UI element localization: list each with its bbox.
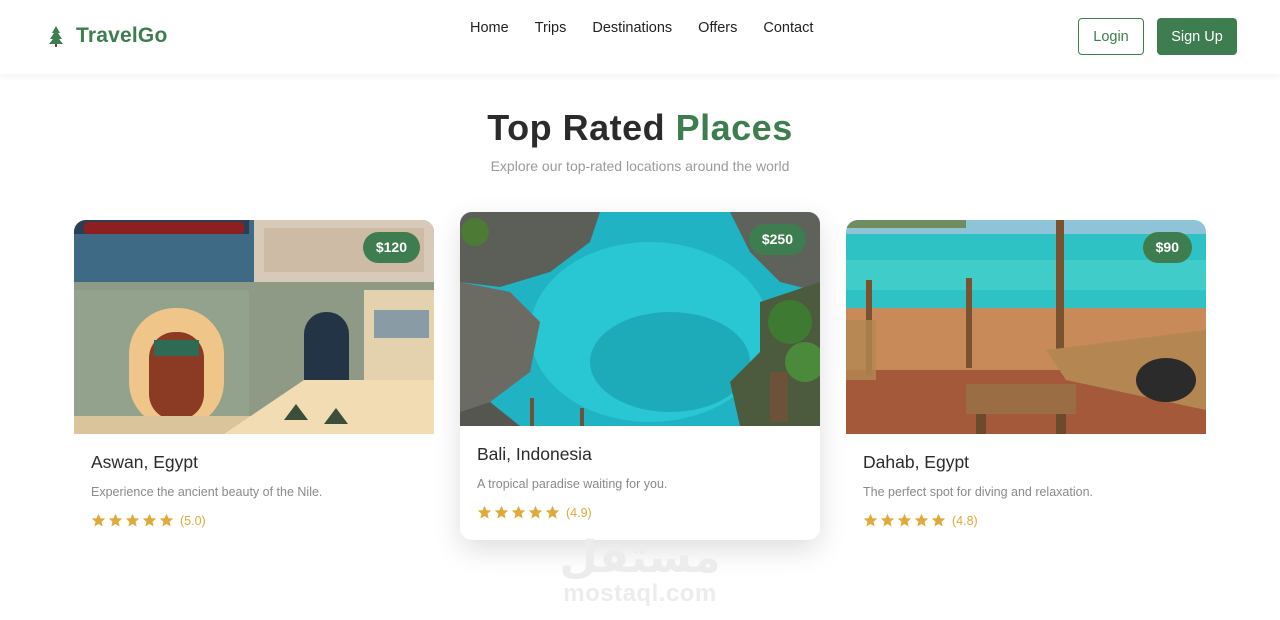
star-icon bbox=[897, 513, 912, 527]
place-card-dahab[interactable]: $90 Dahab, Egypt The perfect spot for di… bbox=[846, 220, 1206, 540]
login-button[interactable]: Login bbox=[1078, 18, 1144, 55]
card-description: The perfect spot for diving and relaxati… bbox=[863, 485, 1093, 499]
top-navbar: TravelGo Home Trips Destinations Offers … bbox=[0, 0, 1280, 74]
section-title-main: Top Rated bbox=[487, 107, 666, 148]
brand-name: TravelGo bbox=[76, 24, 168, 47]
brand-logo[interactable]: TravelGo bbox=[48, 24, 167, 48]
section-subtitle: Explore our top-rated locations around t… bbox=[490, 158, 790, 174]
rating: (4.9) bbox=[477, 505, 803, 520]
nav-contact-link[interactable]: Contact bbox=[763, 20, 813, 36]
place-photo-dahab: $90 bbox=[846, 220, 1206, 434]
star-icon bbox=[108, 513, 123, 527]
signup-button[interactable]: Sign Up bbox=[1157, 18, 1237, 55]
card-title: Bali, Indonesia bbox=[477, 444, 592, 464]
tree-icon bbox=[49, 26, 63, 47]
star-icon bbox=[125, 513, 140, 527]
place-photo-bali: $250 bbox=[460, 212, 820, 426]
rating-value: (5.0) bbox=[180, 513, 206, 528]
star-icon bbox=[545, 505, 560, 519]
price-badge: $120 bbox=[362, 232, 420, 263]
star-icon bbox=[142, 513, 157, 527]
star-icon bbox=[511, 505, 526, 519]
rating-value: (4.8) bbox=[952, 513, 978, 528]
star-icon bbox=[91, 513, 106, 527]
card-title: Dahab, Egypt bbox=[863, 452, 970, 472]
rating-value: (4.9) bbox=[566, 505, 592, 520]
star-icon bbox=[880, 513, 895, 527]
star-icon bbox=[159, 513, 174, 527]
rating: (5.0) bbox=[91, 513, 417, 528]
place-card-bali[interactable]: $250 Bali, Indonesia A tropical paradise… bbox=[460, 212, 820, 540]
star-icon bbox=[494, 505, 509, 519]
nav-offers-link[interactable]: Offers bbox=[698, 20, 737, 36]
nav-home-link[interactable]: Home bbox=[470, 20, 509, 36]
rating: (4.8) bbox=[863, 513, 1189, 528]
place-photo-aswan: $120 bbox=[74, 220, 434, 434]
card-title: Aswan, Egypt bbox=[91, 452, 198, 472]
nav-trips-link[interactable]: Trips bbox=[535, 20, 567, 36]
main-nav: Home Trips Destinations Offers Contact bbox=[470, 20, 813, 36]
section-title: Top Rated Places bbox=[0, 107, 1280, 149]
card-description: A tropical paradise waiting for you. bbox=[477, 477, 668, 491]
watermark-latin: mostaql.com bbox=[563, 580, 717, 607]
star-icon bbox=[477, 505, 492, 519]
price-badge: $250 bbox=[748, 224, 806, 255]
price-badge: $90 bbox=[1142, 232, 1192, 263]
star-icon bbox=[528, 505, 543, 519]
nav-destinations-link[interactable]: Destinations bbox=[592, 20, 672, 36]
card-description: Experience the ancient beauty of the Nil… bbox=[91, 485, 323, 499]
section-title-accent: Places bbox=[675, 107, 793, 148]
star-icon bbox=[931, 513, 946, 527]
star-icon bbox=[863, 513, 878, 527]
star-icon bbox=[914, 513, 929, 527]
place-card-aswan[interactable]: $120 Aswan, Egypt Experience the ancient… bbox=[74, 220, 434, 540]
watermark-arabic: مستقل bbox=[559, 532, 721, 583]
